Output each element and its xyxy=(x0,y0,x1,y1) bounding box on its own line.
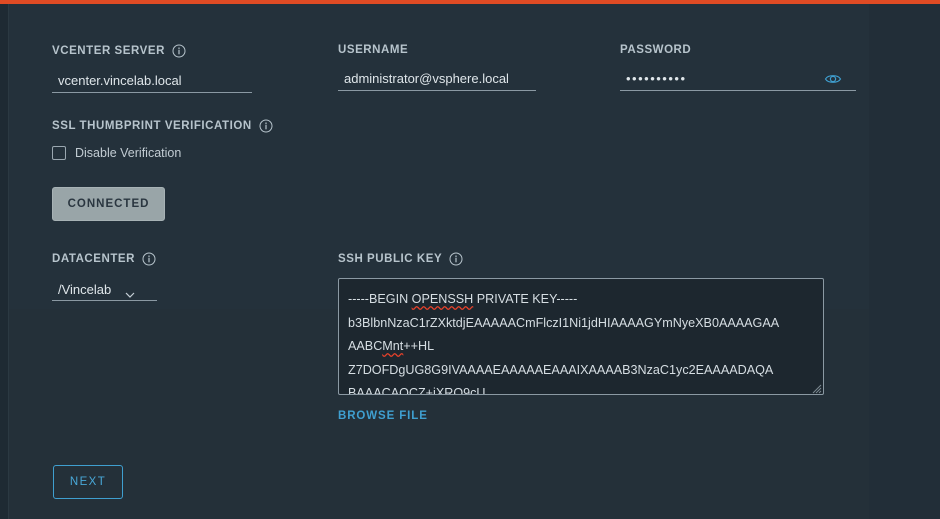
info-circle-icon[interactable] xyxy=(259,119,273,133)
ssh-public-key-label-text: SSH PUBLIC KEY xyxy=(338,253,443,265)
vcenter-server-label: VCENTER SERVER xyxy=(52,44,252,58)
ssl-thumbprint-label: SSL THUMBPRINT VERIFICATION xyxy=(52,119,273,133)
connected-button[interactable]: CONNECTED xyxy=(52,187,165,221)
password-label-text: PASSWORD xyxy=(620,44,692,56)
password-input[interactable] xyxy=(620,68,856,91)
ssh-key-line: AABCMnt++HL xyxy=(348,339,435,353)
ssh-key-line: Z7DOFDgUG8G9IVAAAAEAAAAAEAAAIXAAAAB3NzaC… xyxy=(348,362,774,377)
username-label: USERNAME xyxy=(338,44,536,56)
datacenter-selected-value: /Vincelab xyxy=(58,281,112,297)
spellcheck-underline: OPENSSH xyxy=(411,292,474,306)
form-content: VCENTER SERVER USERNAME xyxy=(0,0,940,519)
info-circle-icon[interactable] xyxy=(449,252,463,266)
ssh-public-key-label: SSH PUBLIC KEY xyxy=(338,252,824,266)
datacenter-label: DATACENTER xyxy=(52,252,157,266)
browse-file-button[interactable]: BROWSE FILE xyxy=(338,410,428,422)
datacenter-label-text: DATACENTER xyxy=(52,253,136,265)
info-circle-icon[interactable] xyxy=(142,252,156,266)
vcenter-server-label-text: VCENTER SERVER xyxy=(52,45,165,57)
vcenter-server-field-group: VCENTER SERVER xyxy=(52,44,252,93)
username-field-group: USERNAME xyxy=(338,44,536,91)
password-label: PASSWORD xyxy=(620,44,856,56)
ssh-key-line: BAAACAQCZ+iXRO9cU xyxy=(348,386,486,395)
disable-verification-checkbox[interactable] xyxy=(52,146,66,160)
ssh-public-key-textarea[interactable]: -----BEGIN OPENSSH PRIVATE KEY----- b3Blb… xyxy=(338,278,824,395)
datacenter-select[interactable]: /Vincelab xyxy=(52,278,157,301)
ssl-thumbprint-label-text: SSL THUMBPRINT VERIFICATION xyxy=(52,120,252,132)
ssh-key-line: -----BEGIN OPENSSH PRIVATE KEY----- xyxy=(348,292,578,306)
info-circle-icon[interactable] xyxy=(172,44,186,58)
password-field-group: PASSWORD xyxy=(620,44,856,91)
disable-verification-label: Disable Verification xyxy=(75,146,182,160)
vcenter-server-input-wrap xyxy=(52,70,252,93)
next-button[interactable]: NEXT xyxy=(53,465,123,499)
wizard-page: VCENTER SERVER USERNAME xyxy=(0,0,940,519)
disable-verification-checkbox-row[interactable]: Disable Verification xyxy=(52,146,273,160)
username-input-wrap xyxy=(338,68,536,91)
username-input[interactable] xyxy=(338,68,536,91)
spellcheck-underline: Mnt xyxy=(382,339,404,353)
ssh-key-line: b3BlbnNzaC1rZXktdjEAAAAACmFlczI1Ni1jdHIA… xyxy=(348,315,780,330)
ssl-thumbprint-group: SSL THUMBPRINT VERIFICATION Disable Veri… xyxy=(52,119,273,160)
chevron-down-icon[interactable] xyxy=(125,285,135,298)
password-input-wrap xyxy=(620,68,856,91)
datacenter-field-group: DATACENTER /Vincelab xyxy=(52,252,157,301)
ssh-public-key-group: SSH PUBLIC KEY -----BEGIN OPENSSH PRIVAT… xyxy=(338,252,824,395)
vcenter-server-input[interactable] xyxy=(52,70,252,93)
username-label-text: USERNAME xyxy=(338,44,409,56)
ssh-public-key-textarea-wrap[interactable]: -----BEGIN OPENSSH PRIVATE KEY----- b3Blb… xyxy=(338,278,824,395)
eye-icon[interactable] xyxy=(824,70,842,88)
